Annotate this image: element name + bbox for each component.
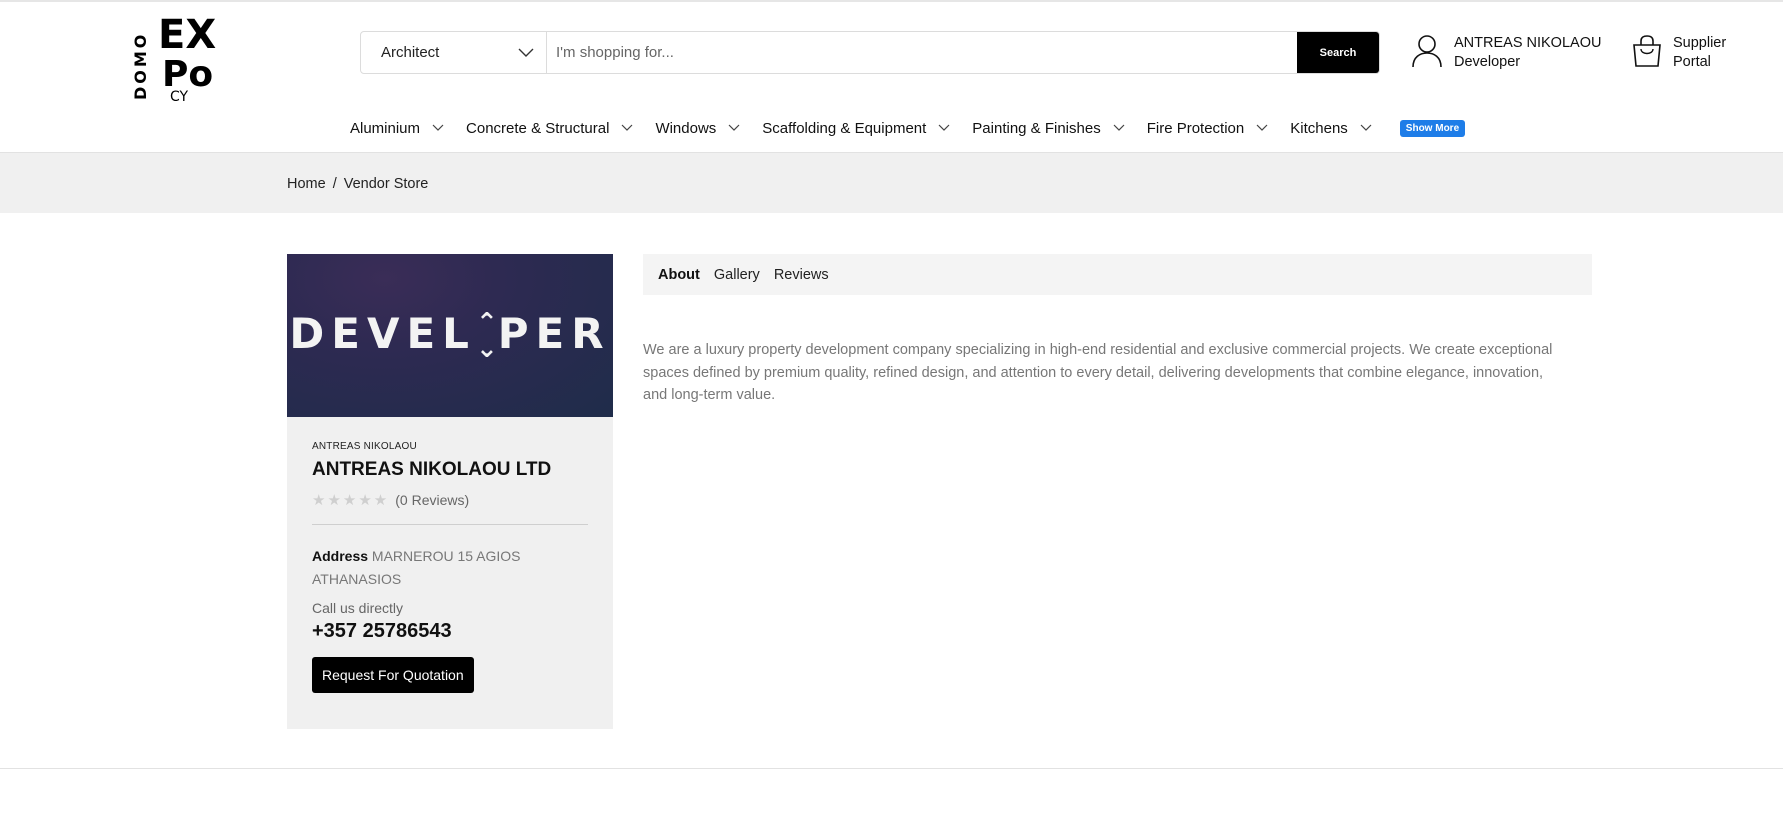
nav-item-painting-finishes[interactable]: Painting & Finishes [972, 119, 1125, 137]
breadcrumb-band [0, 153, 1783, 213]
nav-item-label: Kitchens [1290, 119, 1348, 137]
reviews-count: (0 Reviews) [395, 492, 470, 508]
vendor-address: Address MARNEROU 15 AGIOS ATHANASIOS [312, 545, 588, 591]
chevron-down-icon [1113, 124, 1125, 131]
chevron-down-icon [518, 48, 534, 57]
chevron-down-icon [728, 124, 740, 131]
vendor-rating[interactable]: ★★★★★ (0 Reviews) [312, 491, 588, 509]
shopping-bag-icon [1633, 35, 1661, 67]
supplier-portal-link[interactable]: Supplier Portal [1631, 34, 1726, 72]
user-account[interactable]: ANTREAS NIKOLAOU Developer [1411, 34, 1601, 72]
nav-item-label: Fire Protection [1146, 119, 1245, 137]
address-label: Address [312, 548, 369, 564]
show-more-button[interactable]: Show More [1399, 119, 1466, 137]
nav-item-windows[interactable]: Windows [655, 120, 740, 137]
user-role: Developer [1454, 54, 1521, 70]
request-quotation-button[interactable]: Request For Quotation [312, 657, 474, 693]
chevron-down-icon [1360, 124, 1372, 131]
category-select[interactable]: Architect [361, 32, 547, 73]
star-rating-icons: ★★★★★ [312, 492, 390, 509]
category-value: Architect [381, 44, 440, 61]
tab-about[interactable]: About [658, 267, 700, 283]
search-bar: Architect I'm shopping for... Search [360, 31, 1380, 74]
svg-text:EX: EX [158, 12, 216, 58]
vendor-owner: ANTREAS NIKOLAOU [312, 441, 417, 452]
nav-item-label: Windows [655, 119, 717, 137]
vendor-banner-image: DEVEL⌃ ⌄PER [287, 254, 613, 417]
nav-item-fire-protection[interactable]: Fire Protection [1147, 120, 1269, 137]
breadcrumb-separator: / [332, 176, 337, 192]
breadcrumb: Home / Vendor Store [287, 176, 428, 192]
vendor-phone[interactable]: +357 25786543 [312, 620, 588, 643]
supplier-line1: Supplier [1673, 35, 1727, 51]
card-divider [312, 524, 588, 525]
vendor-banner-text: DEVEL⌃ ⌄PER [289, 308, 611, 365]
nav-item-scaffolding-equipment[interactable]: Scaffolding & Equipment [762, 120, 950, 137]
user-icon [1412, 35, 1442, 68]
tab-gallery[interactable]: Gallery [714, 267, 760, 283]
nav-item-aluminium[interactable]: Aluminium [350, 120, 444, 137]
category-nav: Aluminium Concrete & Structural Windows … [350, 116, 1466, 140]
footer-divider [0, 768, 1783, 769]
chevron-down-icon [938, 124, 950, 131]
call-label: Call us directly [312, 600, 404, 616]
nav-item-label: Aluminium [350, 119, 421, 137]
search-input[interactable]: I'm shopping for... [547, 32, 1297, 73]
user-name: ANTREAS NIKOLAOU [1454, 35, 1602, 51]
chevron-down-icon [1256, 124, 1268, 131]
nav-item-kitchens[interactable]: Kitchens [1290, 120, 1372, 137]
search-placeholder: I'm shopping for... [556, 44, 674, 61]
nav-item-label: Scaffolding & Equipment [762, 119, 927, 137]
nav-item-label: Painting & Finishes [972, 119, 1101, 137]
nav-item-label: Concrete & Structural [466, 119, 610, 137]
logo-graphic: EX Po CY DOMO [131, 12, 216, 105]
vendor-company-name: ANTREAS NIKOLAOU LTD [312, 459, 552, 480]
site-logo[interactable]: EX Po CY DOMO [131, 6, 222, 105]
svg-text:CY: CY [170, 89, 189, 101]
breadcrumb-current: Vendor Store [343, 176, 429, 192]
vendor-card: DEVEL⌃ ⌄PER ANTREAS NIKOLAOU ANTREAS NIKO… [287, 254, 613, 729]
breadcrumb-home[interactable]: Home [287, 176, 326, 192]
svg-text:DOMO: DOMO [132, 32, 150, 100]
vendor-tabs: About Gallery Reviews [643, 254, 1592, 295]
about-text: We are a luxury property development com… [643, 342, 1553, 403]
chevron-down-icon [432, 124, 444, 131]
chevron-down-icon [622, 124, 633, 131]
tab-reviews[interactable]: Reviews [774, 267, 829, 283]
nav-item-concrete-structural[interactable]: Concrete & Structural [466, 120, 633, 137]
top-border [0, 0, 1783, 2]
search-button[interactable]: Search [1297, 32, 1379, 73]
supplier-line2: Portal [1673, 54, 1711, 70]
